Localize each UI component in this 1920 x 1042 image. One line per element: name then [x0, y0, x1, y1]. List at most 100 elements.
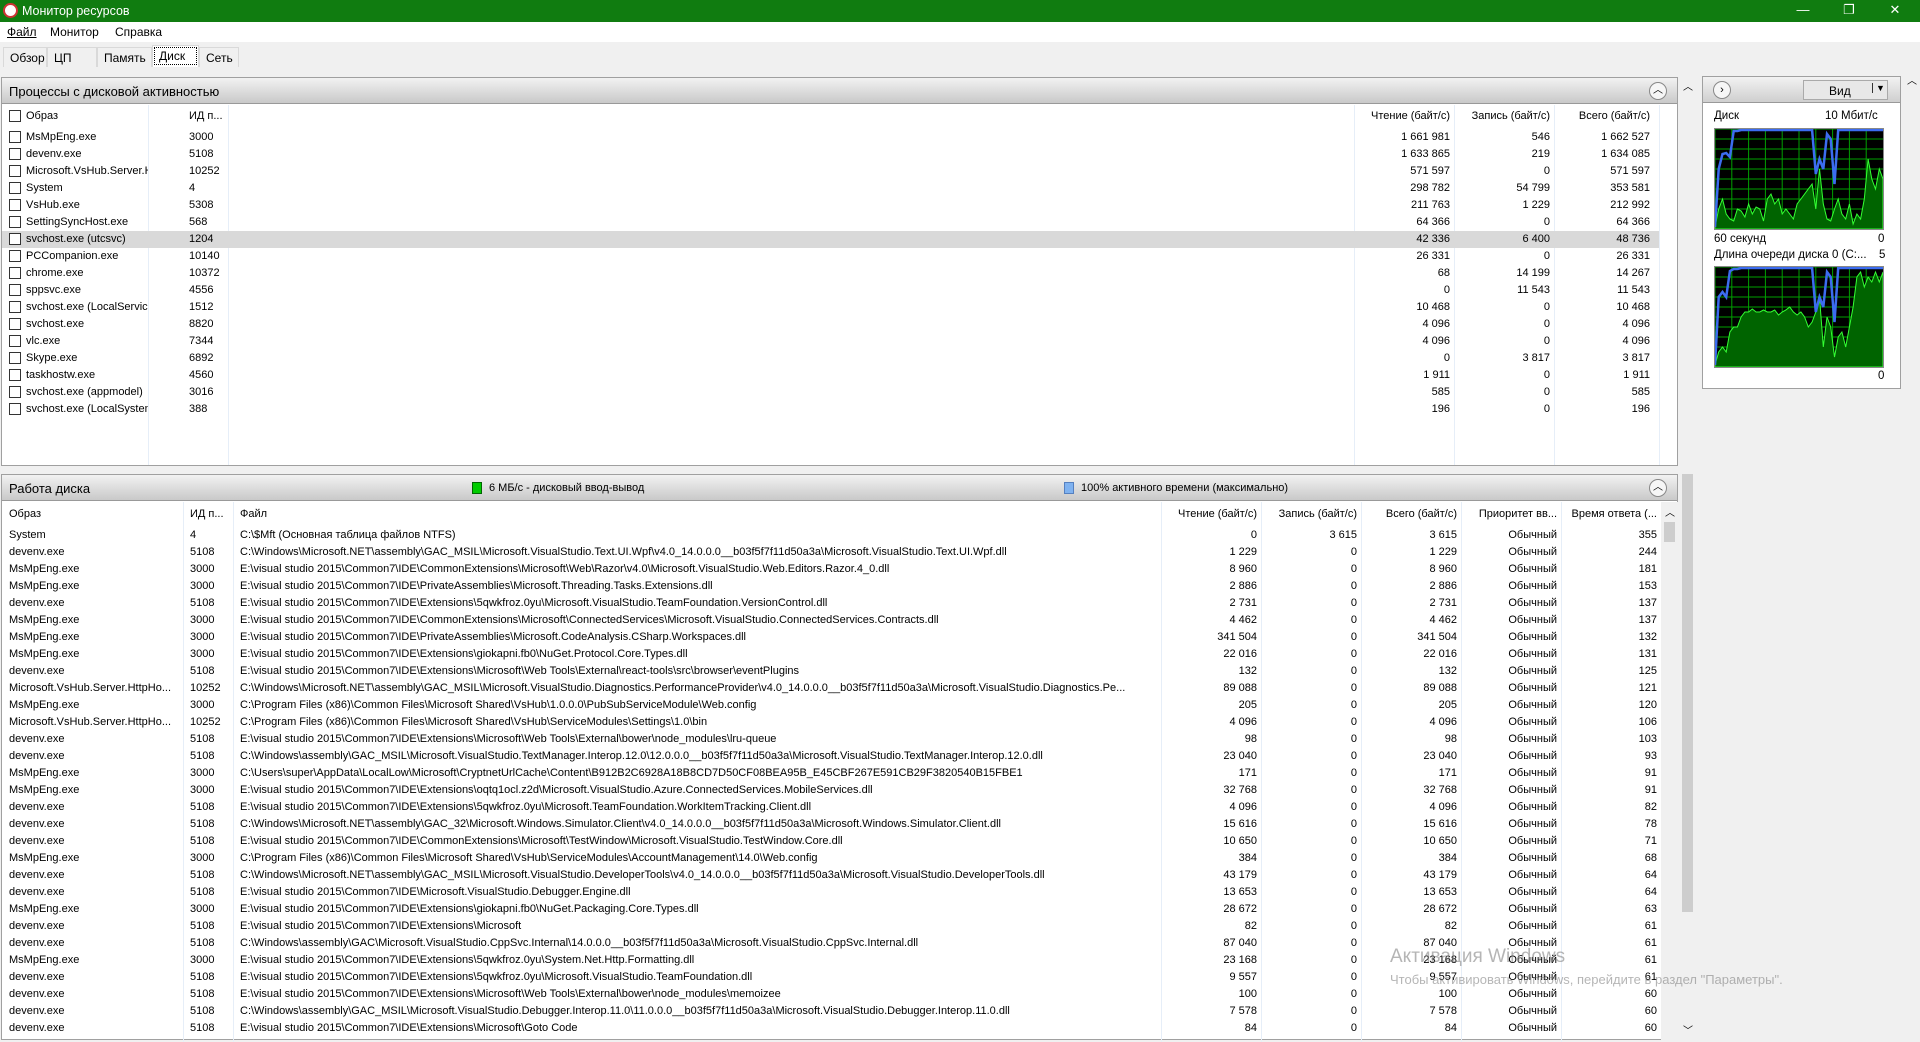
row-checkbox[interactable] [9, 250, 21, 262]
table-row[interactable]: devenv.exe 5108 C:\Windows\assembly\GAC_MS… [2, 748, 1660, 765]
table-row[interactable]: MsMpEng.exe 3000 E:\visual studio 2015\Com… [2, 782, 1660, 799]
table-row[interactable]: svchost.exe (LocalService) 1512 10 468 0 10 … [2, 299, 1662, 316]
row-checkbox[interactable] [9, 267, 21, 279]
column-header-total[interactable]: Всего (байт/с) [1554, 110, 1650, 122]
row-checkbox[interactable] [9, 335, 21, 347]
column-header-read[interactable]: Чтение (байт/с) [1354, 110, 1450, 122]
column-header-response-time[interactable]: Время ответа (... [1561, 508, 1657, 520]
dropdown-arrow-icon[interactable]: ▼ [1872, 83, 1885, 93]
tab-memory[interactable]: Память [97, 47, 152, 67]
table-row[interactable]: svchost.exe (LocalSystemNet... 388 196 0 196 [2, 401, 1662, 418]
table-row[interactable]: svchost.exe (appmodel) 3016 585 0 585 [2, 384, 1662, 401]
row-checkbox[interactable] [9, 148, 21, 160]
table-row[interactable]: System 4 298 782 54 799 353 581 [2, 180, 1662, 197]
table-row[interactable]: svchost.exe (utcsvc) 1204 42 336 6 400 48 73… [2, 231, 1659, 248]
table-row[interactable]: MsMpEng.exe 3000 E:\visual studio 2015\Com… [2, 901, 1660, 918]
table-row[interactable]: devenv.exe 5108 E:\visual studio 2015\Comm… [2, 884, 1660, 901]
column-header-write-bytes[interactable]: Запись (байт/с) [1261, 508, 1357, 520]
table-row[interactable]: taskhostw.exe 4560 1 911 0 1 911 [2, 367, 1662, 384]
table-row[interactable]: devenv.exe 5108 E:\visual studio 2015\Comm… [2, 799, 1660, 816]
tab-disk[interactable]: Диск [152, 45, 199, 67]
table-row[interactable]: MsMpEng.exe 3000 E:\visual studio 2015\Com… [2, 561, 1660, 578]
table-row[interactable]: PCCompanion.exe 10140 26 331 0 26 331 [2, 248, 1662, 265]
scroll-thumb[interactable] [1664, 522, 1675, 542]
row-checkbox[interactable] [9, 403, 21, 415]
column-header-image[interactable]: Образ [9, 508, 179, 520]
scroll-up-icon[interactable]: ︿ [1907, 72, 1917, 87]
table-row[interactable]: MsMpEng.exe 3000 E:\visual studio 2015\Com… [2, 629, 1660, 646]
table-row[interactable]: devenv.exe 5108 E:\visual studio 2015\Comm… [2, 731, 1660, 748]
tab-network[interactable]: Сеть [199, 47, 239, 67]
table-row[interactable]: Skype.exe 6892 0 3 817 3 817 [2, 350, 1662, 367]
processes-section-header[interactable]: Процессы с дисковой активностью ︿ [2, 78, 1677, 104]
table-row[interactable]: Microsoft.VsHub.Server.HttpHo... 10252 C:\… [2, 680, 1660, 697]
column-header-total-bytes[interactable]: Всего (байт/с) [1361, 508, 1457, 520]
menu-monitor[interactable]: Монитор [50, 25, 99, 39]
table-row[interactable]: svchost.exe 8820 4 096 0 4 096 [2, 316, 1662, 333]
row-checkbox[interactable] [9, 301, 21, 313]
table-row[interactable]: vlc.exe 7344 4 096 0 4 096 [2, 333, 1662, 350]
table-row[interactable]: devenv.exe 5108 E:\visual studio 2015\Comm… [2, 918, 1660, 935]
table-row[interactable]: MsMpEng.exe 3000 C:\Users\super\AppData\Lo… [2, 765, 1660, 782]
scroll-up-icon[interactable]: ︿ [1683, 78, 1693, 93]
table-row[interactable]: devenv.exe 5108 C:\Windows\assembly\GAC_MS… [2, 1003, 1660, 1020]
tab-cpu[interactable]: ЦП [47, 47, 97, 67]
menu-help[interactable]: Справка [115, 25, 162, 39]
table-row[interactable]: devenv.exe 5108 C:\Windows\Microsoft.NET\a… [2, 544, 1660, 561]
table-row[interactable]: MsMpEng.exe 3000 C:\Program Files (x86)\Co… [2, 850, 1660, 867]
restore-button[interactable]: ❐ [1826, 0, 1872, 22]
table-row[interactable]: devenv.exe 5108 E:\visual studio 2015\Comm… [2, 663, 1660, 680]
disk-section-header[interactable]: Работа диска 6 МБ/с - дисковый ввод-выво… [2, 475, 1677, 501]
table-row[interactable]: MsMpEng.exe 3000 E:\visual studio 2015\Com… [2, 578, 1660, 595]
table-row[interactable]: Microsoft.VsHub.Server.Htt... 10252 571 59… [2, 163, 1662, 180]
row-checkbox[interactable] [9, 284, 21, 296]
table-row[interactable]: devenv.exe 5108 C:\Windows\Microsoft.NET\a… [2, 816, 1660, 833]
table-row[interactable]: Microsoft.VsHub.Server.HttpHo... 10252 C:\… [2, 714, 1660, 731]
row-checkbox[interactable] [9, 199, 21, 211]
table-row[interactable]: devenv.exe 5108 C:\Windows\Microsoft.NET\a… [2, 867, 1660, 884]
row-checkbox[interactable] [9, 352, 21, 364]
column-header-pid[interactable]: ИД п... [189, 110, 223, 122]
row-checkbox[interactable] [9, 131, 21, 143]
scroll-up-icon[interactable]: ︿ [1665, 504, 1675, 519]
row-checkbox[interactable] [9, 216, 21, 228]
tab-overview[interactable]: Обзор [3, 47, 47, 67]
table-row[interactable]: devenv.exe 5108 E:\visual studio 2015\Comm… [2, 833, 1660, 850]
table-row[interactable]: devenv.exe 5108 E:\visual studio 2015\Comm… [2, 986, 1660, 1003]
view-dropdown[interactable]: Вид ▼ [1803, 80, 1888, 100]
close-button[interactable]: ✕ [1872, 0, 1918, 22]
row-checkbox[interactable] [9, 233, 21, 245]
column-header-io-priority[interactable]: Приоритет вв... [1461, 508, 1557, 520]
column-header-file[interactable]: Файл [240, 508, 1158, 520]
top-scrollbar[interactable]: ︿ [1679, 77, 1696, 466]
table-row[interactable]: sppsvc.exe 4556 0 11 543 11 543 [2, 282, 1662, 299]
row-checkbox[interactable] [9, 182, 21, 194]
menu-file[interactable]: Файл [7, 25, 37, 39]
table-row[interactable]: VsHub.exe 5308 211 763 1 229 212 992 [2, 197, 1662, 214]
column-header-write[interactable]: Запись (байт/с) [1454, 110, 1550, 122]
column-header-pid[interactable]: ИД п... [190, 508, 230, 520]
disk-table-scrollbar[interactable]: ︿ [1661, 502, 1678, 1042]
table-row[interactable]: devenv.exe 5108 1 633 865 219 1 634 085 [2, 146, 1662, 163]
table-row[interactable]: MsMpEng.exe 3000 E:\visual studio 2015\Com… [2, 612, 1660, 629]
table-row[interactable]: MsMpEng.exe 3000 1 661 981 546 1 662 527 [2, 129, 1662, 146]
outer-scroll-thumb[interactable] [1682, 474, 1693, 912]
column-header-image[interactable]: Образ [26, 110, 58, 122]
table-row[interactable]: devenv.exe 5108 E:\visual studio 2015\Comm… [2, 595, 1660, 612]
row-checkbox[interactable] [9, 386, 21, 398]
table-row[interactable]: chrome.exe 10372 68 14 199 14 267 [2, 265, 1662, 282]
select-all-checkbox[interactable] [9, 110, 21, 122]
table-row[interactable]: MsMpEng.exe 3000 C:\Program Files (x86)\Co… [2, 697, 1660, 714]
table-row[interactable]: SettingSyncHost.exe 568 64 366 0 64 366 [2, 214, 1662, 231]
table-row[interactable]: System 4 C:\$Mft (Основная таблица файлов … [2, 527, 1660, 544]
scroll-down-icon[interactable]: ﹀ [1683, 1022, 1693, 1037]
column-header-read-bytes[interactable]: Чтение (байт/с) [1161, 508, 1257, 520]
table-row[interactable]: devenv.exe 5108 E:\visual studio 2015\Comm… [2, 1020, 1660, 1037]
expand-chevron-right-icon[interactable]: › [1713, 81, 1731, 99]
row-checkbox[interactable] [9, 369, 21, 381]
graph-pane-scrollbar[interactable]: ︿ [1903, 70, 1920, 1040]
collapse-chevron-up-icon[interactable]: ︿ [1649, 82, 1667, 100]
table-row[interactable]: MsMpEng.exe 3000 E:\visual studio 2015\Com… [2, 646, 1660, 663]
row-checkbox[interactable] [9, 165, 21, 177]
row-checkbox[interactable] [9, 318, 21, 330]
